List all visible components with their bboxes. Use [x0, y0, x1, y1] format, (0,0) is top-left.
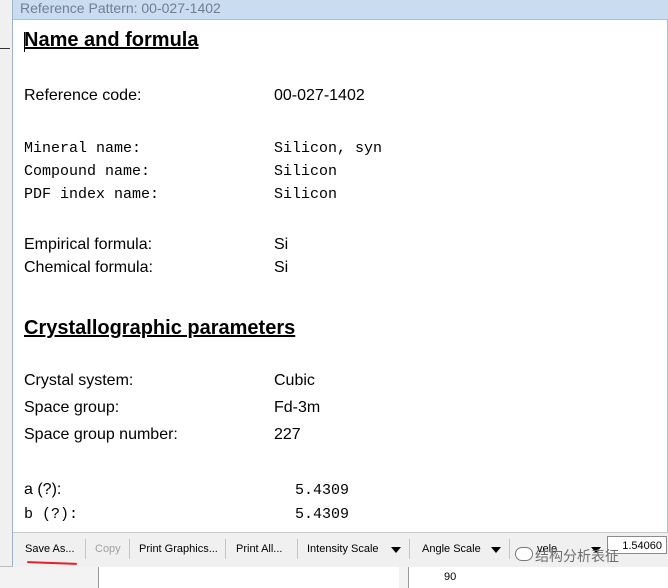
label-reference-code: Reference code:	[24, 87, 142, 104]
watermark-text: 结构分析表征	[535, 548, 619, 564]
label-space-group: Space group:	[24, 399, 120, 416]
heading-name-formula: Name and formula	[24, 29, 199, 51]
copy-button[interactable]: Copy	[91, 537, 125, 561]
annotation-underline	[26, 561, 78, 565]
angle-scale-dropdown[interactable]: Angle Scale	[418, 537, 485, 561]
toolbar-separator	[129, 539, 130, 559]
background-plot-strip: 90	[0, 566, 668, 588]
report-content[interactable]: Name and formula Reference code: 00-027-…	[13, 20, 668, 532]
background-axis-tick	[0, 48, 10, 49]
value-mineral-name: Silicon, syn	[274, 140, 383, 157]
value-crystal-system: Cubic	[274, 372, 315, 389]
value-lattice-a: 5.4309	[295, 482, 350, 499]
intensity-scale-dropdown[interactable]: Intensity Scale	[303, 537, 383, 561]
toolbar-separator	[225, 539, 226, 559]
value-empirical-formula: Si	[274, 236, 289, 253]
print-all-button[interactable]: Print All...	[232, 537, 286, 561]
toolbar-separator	[297, 539, 298, 559]
value-chemical-formula: Si	[274, 259, 289, 276]
value-pdf-index-name: Silicon	[274, 186, 338, 203]
window-title: Reference Pattern: 00-027-1402	[20, 0, 221, 16]
label-lattice-b: b (?):	[24, 506, 79, 523]
label-compound-name: Compound name:	[24, 163, 151, 180]
value-lattice-b: 5.4309	[295, 506, 350, 523]
label-pdf-index-name: PDF index name:	[24, 186, 160, 203]
heading-crystallographic-parameters: Crystallographic parameters	[24, 317, 296, 339]
background-pane-left	[98, 567, 399, 588]
toolbar-separator	[409, 539, 410, 559]
value-space-group-number: 227	[274, 426, 301, 443]
chevron-down-icon[interactable]	[391, 547, 401, 553]
value-reference-code: 00-027-1402	[274, 87, 365, 104]
toolbar-separator	[85, 539, 86, 559]
value-space-group: Fd-3m	[274, 399, 321, 416]
label-chemical-formula: Chemical formula:	[24, 259, 153, 276]
toolbar-separator	[509, 539, 510, 559]
save-as-button[interactable]: Save As...	[21, 537, 79, 561]
reference-pattern-window: Reference Pattern: 00-027-1402 Name and …	[12, 0, 668, 567]
value-compound-name: Silicon	[274, 163, 338, 180]
label-space-group-number: Space group number:	[24, 426, 178, 443]
wechat-icon	[515, 547, 533, 561]
report-toolbar: Save As... Copy Print Graphics... Print …	[13, 532, 668, 567]
label-empirical-formula: Empirical formula:	[24, 236, 153, 253]
label-crystal-system: Crystal system:	[24, 372, 134, 389]
label-mineral-name: Mineral name:	[24, 140, 142, 157]
print-graphics-button[interactable]: Print Graphics...	[135, 537, 222, 561]
window-titlebar[interactable]: Reference Pattern: 00-027-1402	[13, 0, 668, 20]
background-axis-value: 90	[444, 571, 457, 583]
chevron-down-icon[interactable]	[491, 547, 501, 553]
label-lattice-a: a (?):	[24, 481, 62, 498]
